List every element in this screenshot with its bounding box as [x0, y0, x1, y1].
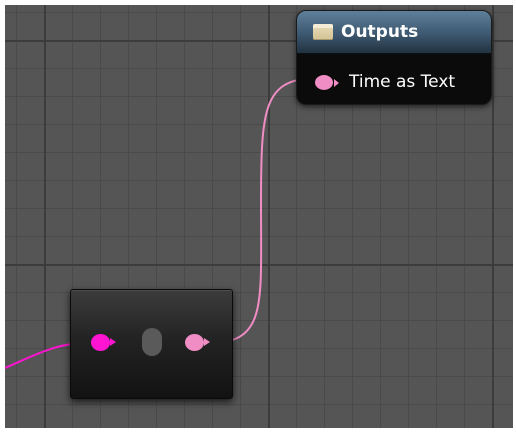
conversion-output-pin[interactable]	[185, 334, 210, 351]
conversion-input-pin[interactable]	[91, 334, 116, 351]
struct-icon	[313, 24, 333, 40]
time-as-text-input-pin[interactable]	[315, 74, 339, 90]
conversion-node[interactable]	[70, 289, 233, 399]
conversion-node-center-icon	[142, 328, 162, 356]
outputs-node-header[interactable]: Outputs	[297, 11, 491, 54]
time-as-text-pin-label: Time as Text	[349, 72, 456, 92]
outputs-node-title: Outputs	[341, 22, 419, 42]
outputs-node[interactable]: Outputs Time as Text	[296, 10, 492, 105]
time-as-text-pin-row[interactable]: Time as Text	[315, 72, 455, 92]
blueprint-graph-canvas[interactable]: Outputs Time as Text	[5, 5, 513, 428]
